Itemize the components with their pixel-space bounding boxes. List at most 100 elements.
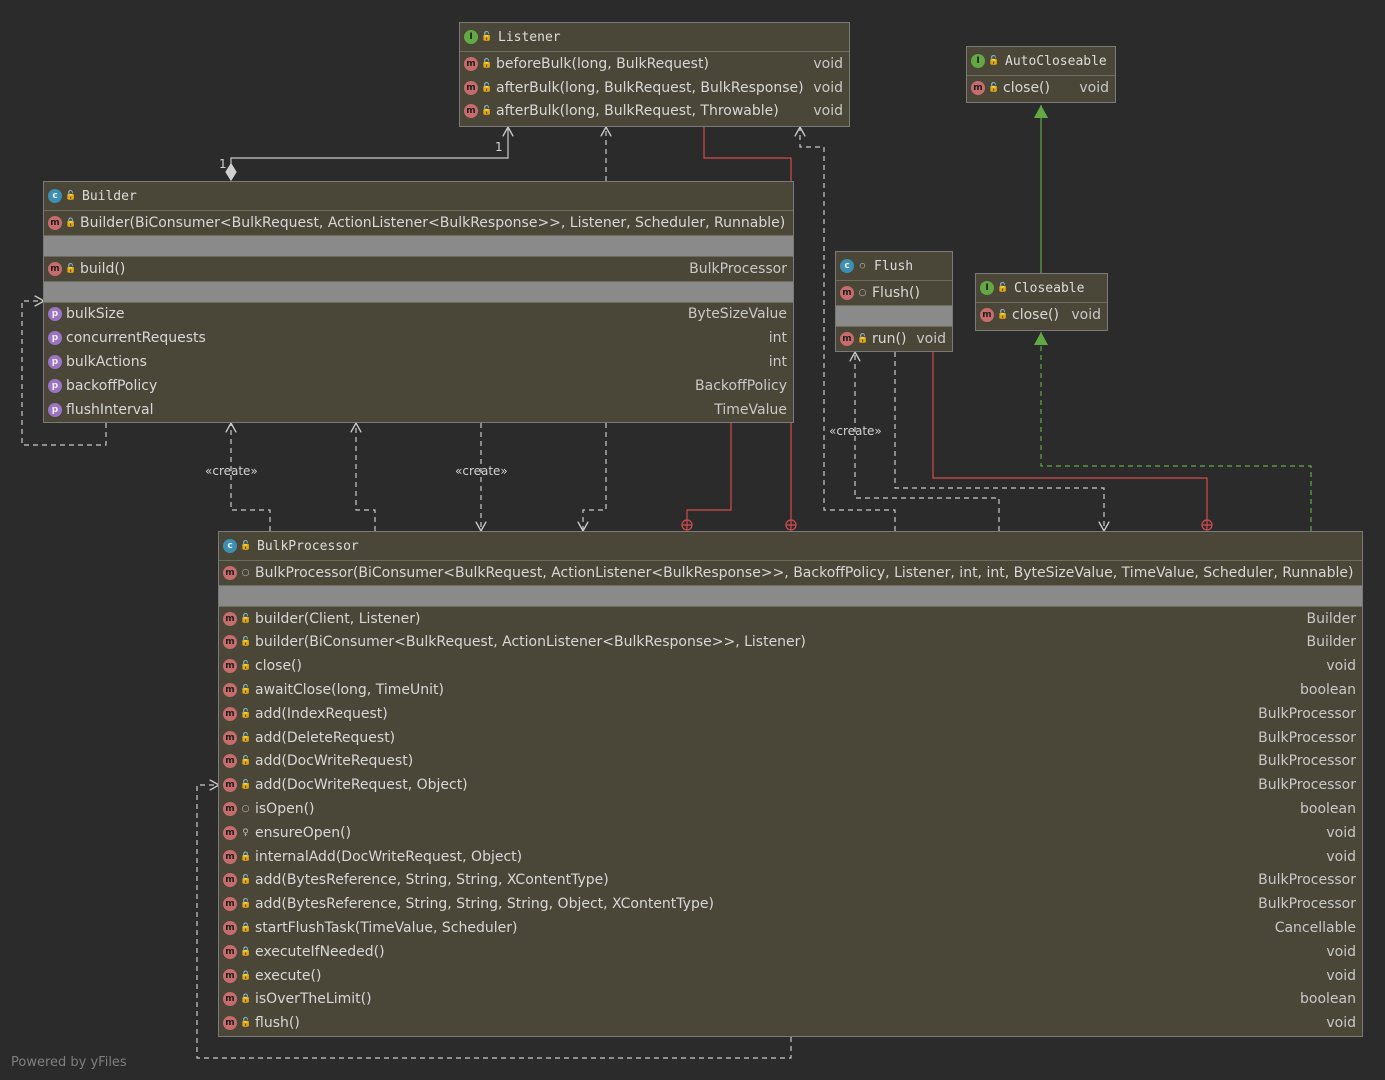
property-row[interactable]: p concurrentRequests int — [44, 326, 793, 350]
property-icon: p — [48, 378, 62, 393]
public-visibility-icon: 🔓 — [240, 875, 252, 886]
method-icon: m — [464, 56, 478, 71]
method-icon: m — [223, 897, 237, 912]
return-type: void — [813, 55, 843, 72]
method-signature: add(BytesReference, String, String, XCon… — [255, 872, 609, 889]
method-row[interactable]: m 🔓 close() void — [967, 76, 1115, 100]
powered-by-footer: Powered by yFiles — [11, 1055, 127, 1070]
property-row[interactable]: p backoffPolicy BackoffPolicy — [44, 374, 793, 398]
property-row[interactable]: p flushInterval TimeValue — [44, 398, 793, 422]
method-row[interactable]: m 🔓 builder(BiConsumer<BulkRequest, Action… — [219, 631, 1362, 655]
create-label-bulkprocessor: «create» — [455, 464, 508, 478]
constructor-signature: BulkProcessor(BiConsumer<BulkRequest, Ac… — [255, 564, 1354, 581]
builder-node[interactable]: c 🔓 Builder m 🔒 Builder(BiConsumer<BulkReq… — [43, 181, 794, 423]
method-row[interactable]: m 🔓 add(DocWriteRequest) BulkProcessor — [219, 750, 1362, 774]
method-row[interactable]: m 🔓 add(DeleteRequest) BulkProcessor — [219, 726, 1362, 750]
empty-fields-section — [44, 234, 793, 257]
create-flush-link — [855, 352, 1000, 531]
builder-listener-composition — [230, 127, 508, 180]
constructor-row[interactable]: m ○ Flush() — [836, 281, 952, 305]
return-type: Builder — [1306, 610, 1356, 627]
method-row[interactable]: m 🔓 add(BytesReference, String, String, St… — [219, 892, 1362, 916]
public-visibility-icon: 🔓 — [240, 1018, 252, 1029]
property-icon: p — [48, 355, 62, 370]
method-icon: m — [464, 80, 478, 95]
method-icon: m — [223, 659, 237, 674]
method-row[interactable]: m 🔒 executeIfNeeded() void — [219, 940, 1362, 964]
property-row[interactable]: p bulkActions int — [44, 350, 793, 374]
method-signature: afterBulk(long, BulkRequest, BulkRespons… — [496, 79, 804, 96]
autocloseable-header: I 🔓 AutoCloseable — [967, 47, 1115, 76]
method-row[interactable]: m 🔒 internalAdd(DocWriteRequest, Object) vo… — [219, 845, 1362, 869]
method-row[interactable]: m 🔓 close() void — [976, 303, 1107, 327]
method-signature: add(DeleteRequest) — [255, 729, 396, 746]
bulkprocessor-node[interactable]: c 🔓 BulkProcessor m ○ BulkProcessor(BiCons… — [218, 531, 1363, 1037]
package-visibility-icon: ○ — [858, 287, 867, 298]
interface-icon: I — [464, 30, 478, 44]
builder-inner-link — [686, 423, 732, 520]
method-signature: isOpen() — [255, 801, 315, 818]
method-row[interactable]: m 🔓 afterBulk(long, BulkRequest, BulkRespo… — [460, 76, 849, 100]
constructor-row[interactable]: m ○ BulkProcessor(BiConsumer<BulkRequest, … — [219, 561, 1362, 585]
return-type: BulkProcessor — [1258, 729, 1356, 746]
method-icon: m — [223, 921, 237, 936]
class-icon: c — [840, 259, 854, 273]
property-type: ByteSizeValue — [687, 306, 787, 323]
method-row[interactable]: m 🔓 add(BytesReference, String, String, XC… — [219, 869, 1362, 893]
listener-methods: m 🔓 beforeBulk(long, BulkRequest) void m 🔓 af… — [460, 52, 849, 123]
method-row[interactable]: m 🔓 build() BulkProcessor — [44, 257, 793, 281]
method-row[interactable]: m 🔒 startFlushTask(TimeValue, Scheduler) Ca… — [219, 916, 1362, 940]
method-signature: add(DocWriteRequest) — [255, 753, 414, 770]
method-row[interactable]: m 🔓 afterBulk(long, BulkRequest, Throwable… — [460, 100, 849, 124]
method-row[interactable]: m ○ isOpen() boolean — [219, 797, 1362, 821]
method-row[interactable]: m 🔓 awaitClose(long, TimeUnit) boolean — [219, 678, 1362, 702]
autocloseable-node[interactable]: I 🔓 AutoCloseable m 🔓 close() void — [966, 46, 1116, 103]
method-row[interactable]: m 🔓 close() void — [219, 654, 1362, 678]
public-visibility-icon: 🔓 — [65, 263, 77, 274]
public-visibility-icon: 🔓 — [857, 333, 869, 344]
method-icon: m — [840, 285, 854, 300]
property-type: int — [768, 354, 787, 371]
constructor-row[interactable]: m 🔒 Builder(BiConsumer<BulkRequest, Action… — [44, 211, 793, 235]
method-signature: ensureOpen() — [255, 824, 352, 841]
method-icon: m — [223, 565, 237, 580]
node-title: Listener — [498, 29, 561, 45]
method-row[interactable]: m 🔒 isOverTheLimit() boolean — [219, 988, 1362, 1012]
public-visibility-icon: 🔓 — [997, 283, 1009, 293]
method-signature: executeIfNeeded() — [255, 943, 385, 960]
property-row[interactable]: p bulkSize ByteSizeValue — [44, 303, 793, 327]
method-signature: close() — [255, 658, 302, 675]
method-row[interactable]: m 🔓 builder(Client, Listener) Builder — [219, 607, 1362, 631]
public-visibility-icon: 🔓 — [988, 56, 1000, 66]
method-row[interactable]: m 🔓 run() void — [836, 327, 952, 351]
method-signature: add(BytesReference, String, String, Stri… — [255, 896, 714, 913]
builder-properties: p bulkSize ByteSizeValue p concurrentReques… — [44, 303, 793, 422]
method-signature: flush() — [255, 1015, 300, 1032]
method-icon: m — [223, 1016, 237, 1031]
method-row[interactable]: m 🔓 add(IndexRequest) BulkProcessor — [219, 702, 1362, 726]
return-type: Builder — [1306, 634, 1356, 651]
return-type: void — [1079, 79, 1109, 96]
closeable-node[interactable]: I 🔓 Closeable m 🔓 close() void — [975, 273, 1108, 331]
method-row[interactable]: m 🔒 execute() void — [219, 964, 1362, 988]
method-signature: startFlushTask(TimeValue, Scheduler) — [255, 920, 518, 937]
private-visibility-icon: 🔒 — [240, 970, 252, 981]
return-type: boolean — [1300, 991, 1356, 1008]
method-row[interactable]: m 🔓 add(DocWriteRequest, Object) BulkProces… — [219, 773, 1362, 797]
method-signature: build() — [80, 260, 126, 277]
return-type: Cancellable — [1274, 920, 1356, 937]
return-type: void — [916, 330, 946, 347]
method-row[interactable]: m ♀ ensureOpen() void — [219, 821, 1362, 845]
method-icon: m — [48, 215, 62, 230]
private-visibility-icon: 🔒 — [240, 946, 252, 957]
method-icon: m — [840, 331, 854, 346]
public-visibility-icon: 🔓 — [988, 82, 1000, 93]
flush-node[interactable]: c ○ Flush m ○ Flush() m 🔓 run() void — [835, 251, 953, 352]
create-label-flush: «create» — [829, 424, 882, 438]
property-name: bulkSize — [66, 306, 125, 323]
method-row[interactable]: m 🔓 flush() void — [219, 1011, 1362, 1035]
method-row[interactable]: m 🔓 beforeBulk(long, BulkRequest) void — [460, 52, 849, 76]
empty-section — [44, 280, 793, 303]
return-type: void — [813, 103, 843, 120]
listener-node[interactable]: I 🔓 Listener m 🔓 beforeBulk(long, BulkRequ… — [459, 22, 850, 127]
